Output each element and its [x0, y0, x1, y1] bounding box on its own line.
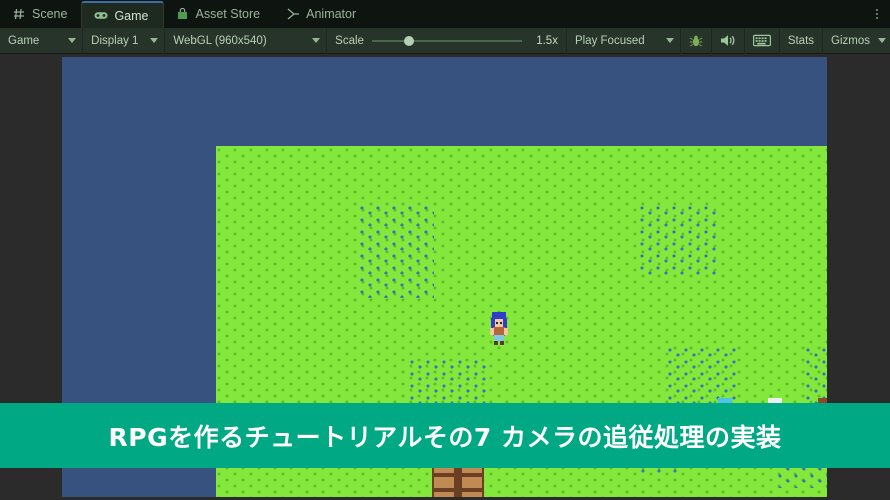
gamepad-icon — [94, 9, 108, 23]
gizmos-dropdown-button[interactable] — [878, 28, 890, 54]
play-mode-dropdown[interactable]: Play Focused — [567, 27, 681, 54]
animator-icon — [286, 7, 300, 21]
gizmos-button-label: Gizmos — [831, 34, 871, 47]
tab-asset-store[interactable]: Asset Store — [164, 0, 275, 28]
scale-slider-group[interactable]: Scale 1.5x — [327, 27, 567, 54]
bug-icon — [689, 34, 703, 48]
scale-label: Scale — [335, 34, 364, 47]
stats-shortcut-button[interactable] — [745, 27, 780, 54]
scale-value: 1.5x — [536, 34, 558, 47]
tab-game-label: Game — [114, 8, 149, 23]
chevron-down-icon — [68, 38, 77, 43]
flower-patch — [358, 204, 434, 298]
scale-slider[interactable] — [371, 35, 522, 46]
chevron-down-icon — [150, 38, 159, 43]
editor-tab-bar: Scene Game Asset Store Animator — [0, 0, 890, 28]
shopping-bag-icon — [176, 7, 190, 21]
character-shoe-right — [500, 341, 504, 345]
keyboard-icon — [752, 34, 771, 47]
character-eye — [496, 322, 498, 324]
game-view-toolbar: Game Display 1 WebGL (960x540) Scale 1.5… — [0, 27, 890, 54]
resolution-dropdown[interactable]: WebGL (960x540) — [165, 27, 328, 54]
flower-patch — [638, 204, 720, 276]
chevron-down-icon — [665, 38, 674, 43]
banner-title: RPGを作るチュートリアルその7 カメラの追従処理の実装 — [108, 422, 782, 452]
chevron-down-icon — [878, 38, 887, 43]
unity-game-view-screenshot: Scene Game Asset Store Animator Game Dis… — [0, 0, 890, 500]
aspect-ratio-dropdown[interactable]: Game — [0, 27, 84, 54]
character-eye — [500, 322, 502, 324]
play-mode-value: Play Focused — [574, 34, 645, 47]
stats-button-label: Stats — [787, 34, 815, 47]
tab-asset-store-label: Asset Store — [195, 7, 261, 21]
speaker-icon — [720, 34, 736, 47]
tab-animator-label: Animator — [306, 7, 357, 21]
tab-scene[interactable]: Scene — [0, 0, 81, 28]
aspect-ratio-value: Game — [8, 34, 40, 47]
player-character — [488, 312, 510, 346]
debug-button[interactable] — [681, 27, 712, 54]
character-shoe-left — [494, 341, 498, 345]
chevron-down-icon — [312, 38, 321, 43]
tab-game[interactable]: Game — [81, 1, 164, 28]
stats-button[interactable]: Stats — [780, 27, 824, 54]
scale-slider-handle[interactable] — [403, 35, 414, 46]
title-banner: RPGを作るチュートリアルその7 カメラの追従処理の実装 — [0, 403, 890, 468]
kebab-menu-icon[interactable] — [868, 0, 886, 28]
gizmos-button[interactable]: Gizmos — [823, 28, 878, 54]
grid-icon — [12, 7, 26, 21]
display-value: Display 1 — [91, 34, 139, 47]
character-arm-right — [504, 328, 508, 335]
tab-animator[interactable]: Animator — [274, 0, 370, 28]
display-dropdown[interactable]: Display 1 — [83, 27, 166, 54]
tab-scene-label: Scene — [32, 7, 68, 21]
resolution-value: WebGL (960x540) — [173, 34, 267, 47]
character-arm-left — [490, 328, 494, 335]
mute-audio-button[interactable] — [712, 27, 745, 54]
